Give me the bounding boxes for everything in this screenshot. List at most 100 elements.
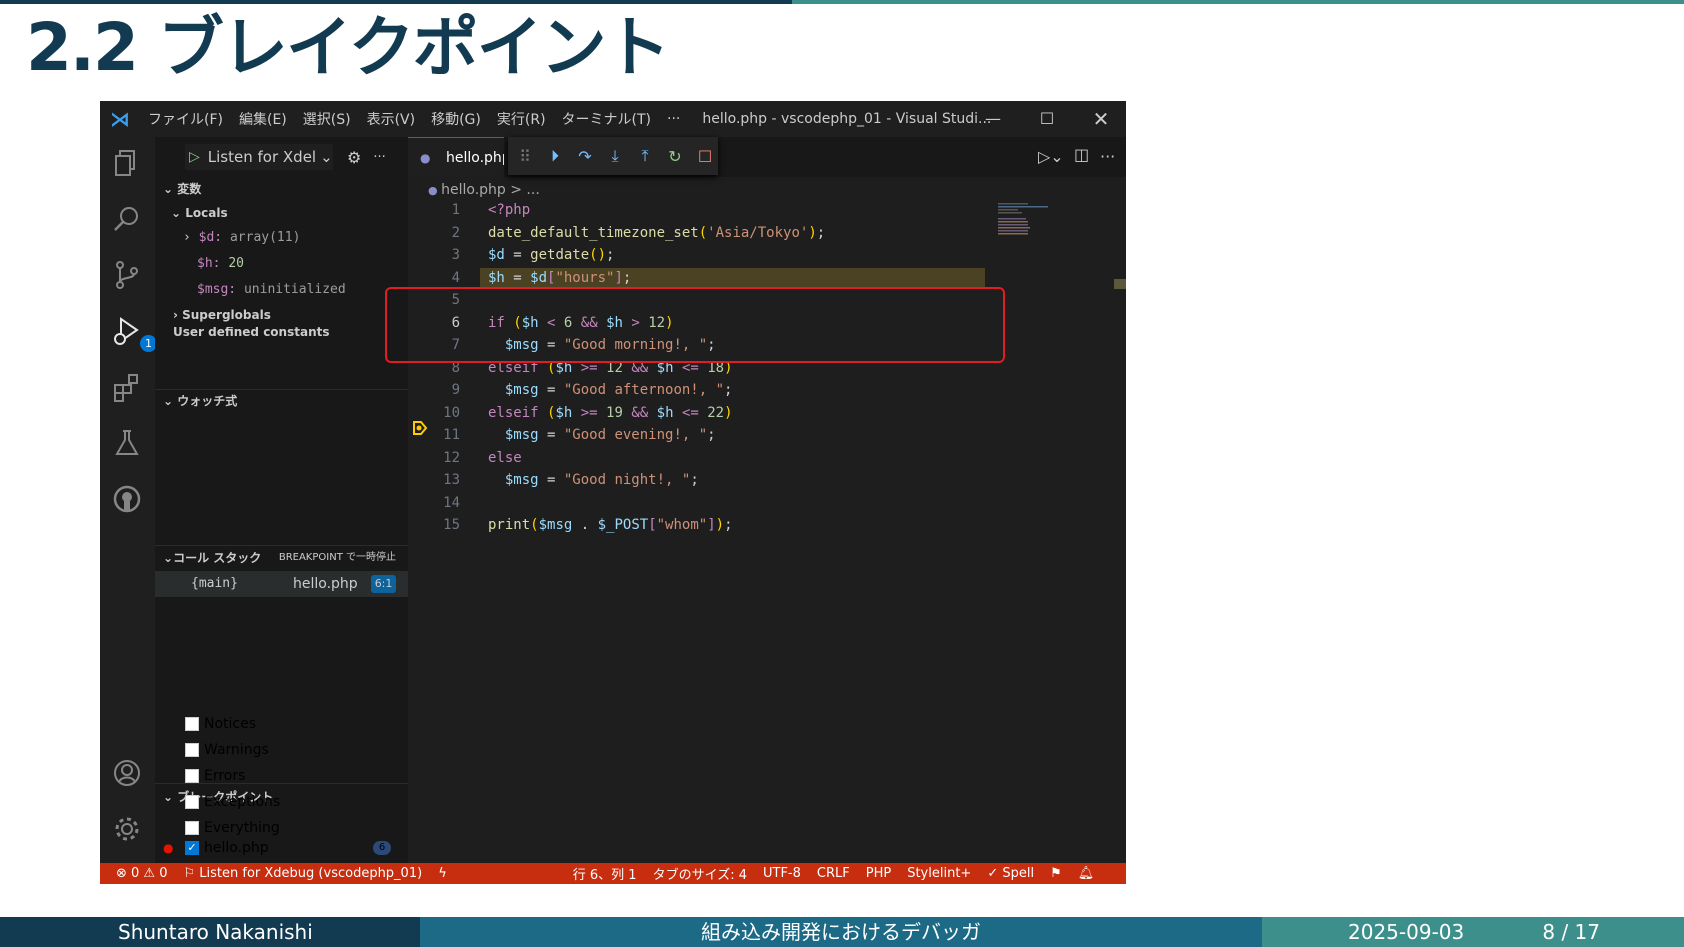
- chevron-down-icon: ⌄: [163, 551, 174, 565]
- tab-label: hello.php: [446, 150, 504, 166]
- code-line: $d = getdate();: [488, 247, 615, 263]
- notifications-bell-icon[interactable]: 🔔︎: [1070, 866, 1103, 881]
- menu-file[interactable]: ファイル(F): [140, 109, 231, 129]
- tab-hello-php[interactable]: ● hello.php: [408, 137, 504, 177]
- run-file-icon[interactable]: ▷⌄: [1038, 147, 1064, 166]
- menu-go[interactable]: 移動(G): [423, 109, 489, 129]
- step-into-icon[interactable]: ⤓: [606, 146, 624, 166]
- menu-run[interactable]: 実行(R): [489, 109, 554, 129]
- callstack-frame[interactable]: {main} hello.php 6:1: [155, 571, 408, 597]
- step-over-icon[interactable]: ↷: [576, 147, 594, 166]
- close-icon[interactable]: ✕: [1076, 101, 1126, 137]
- checkbox-checked[interactable]: ✓: [185, 841, 199, 855]
- breakpoint-notices[interactable]: Notices: [155, 711, 408, 737]
- language-mode[interactable]: PHP: [858, 866, 899, 881]
- eol[interactable]: CRLF: [809, 866, 858, 881]
- callstack-section-header[interactable]: ⌄ コール スタック BREAKPOINT で一時停止: [155, 546, 408, 570]
- title-bar: ⋊ ファイル(F) 編集(E) 選択(S) 表示(V) 移動(G) 実行(R) …: [100, 101, 1126, 137]
- menu-terminal[interactable]: ターミナル(T): [554, 109, 659, 129]
- variable-row[interactable]: $h: 20: [155, 251, 408, 277]
- account-icon[interactable]: [111, 757, 143, 789]
- line-number: 10: [443, 404, 460, 421]
- breakpoint-file-row[interactable]: ● ✓ hello.php 6: [155, 841, 408, 855]
- variable-name: $h:: [197, 256, 221, 271]
- launch-config-select[interactable]: ▷ Listen for Xdel ⌄: [185, 144, 333, 170]
- line-number: 4: [451, 269, 460, 286]
- line-number: 15: [443, 517, 460, 533]
- settings-gear-icon[interactable]: [111, 813, 143, 845]
- more-actions-icon[interactable]: ···: [373, 150, 385, 165]
- editor-more-icon[interactable]: ···: [1100, 147, 1115, 166]
- breadcrumb[interactable]: ● hello.php > ...: [408, 177, 1126, 203]
- footer-page: 8 / 17: [1542, 920, 1600, 944]
- problems-status[interactable]: ⊗ 0 ⚠ 0: [100, 866, 176, 881]
- status-bar: ⊗ 0 ⚠ 0 ⚐ Listen for Xdebug (vscodephp_0…: [100, 863, 1126, 884]
- debug-status-label: Listen for Xdebug (vscodephp_01): [199, 866, 423, 881]
- menu-selection[interactable]: 選択(S): [295, 109, 359, 129]
- testing-icon[interactable]: [111, 427, 143, 459]
- variables-section-header[interactable]: ⌄ 変数: [155, 177, 408, 201]
- lightning-icon[interactable]: ϟ: [430, 866, 455, 881]
- minimize-icon[interactable]: —: [968, 101, 1018, 137]
- step-out-icon[interactable]: ⤒: [636, 146, 654, 166]
- run-debug-icon[interactable]: 1: [111, 315, 157, 352]
- variable-row[interactable]: › $d: array(11): [155, 225, 408, 251]
- line-number: 3: [451, 247, 460, 263]
- chevron-down-icon: ⌄: [163, 182, 178, 196]
- menu-view[interactable]: 表示(V): [359, 109, 424, 129]
- search-icon[interactable]: [111, 203, 143, 235]
- debug-status[interactable]: ⚐ Listen for Xdebug (vscodephp_01): [176, 866, 431, 881]
- encoding[interactable]: UTF-8: [755, 866, 809, 881]
- line-number: 13: [443, 472, 460, 488]
- superglobals-label: Superglobals: [182, 308, 271, 322]
- checkbox[interactable]: [185, 795, 199, 809]
- breakpoint-exceptions[interactable]: Exceptions: [155, 789, 408, 815]
- stop-icon[interactable]: ☐: [696, 147, 714, 166]
- callstack-status: BREAKPOINT で一時停止: [278, 552, 396, 563]
- menu-more[interactable]: ···: [659, 111, 688, 127]
- superglobals-row[interactable]: › Superglobals: [155, 303, 408, 327]
- feedback-icon[interactable]: ⚑: [1042, 866, 1070, 881]
- gear-icon[interactable]: ⚙: [347, 148, 361, 167]
- minimap[interactable]: [998, 201, 1068, 241]
- top-accent-bar-right: [792, 0, 1684, 4]
- frame-position-badge: 6:1: [370, 575, 397, 593]
- watch-section-header[interactable]: ⌄ ウォッチ式: [155, 389, 237, 413]
- start-debugging-icon[interactable]: ▷: [189, 149, 200, 165]
- checkbox[interactable]: [185, 743, 199, 757]
- locals-header[interactable]: ⌄ Locals: [155, 201, 408, 225]
- continue-icon[interactable]: ⏵: [546, 146, 564, 166]
- github-icon[interactable]: [111, 483, 143, 515]
- breakpoint-label: Warnings: [204, 742, 269, 758]
- spell-status[interactable]: ✓ Spell: [979, 866, 1042, 881]
- breakpoint-everything[interactable]: Everything: [155, 815, 408, 841]
- breakpoint-label: hello.php: [204, 841, 269, 855]
- tab-bar: ● hello.php ⠿ ⏵ ↷ ⤓ ⤒ ↻ ☐ ▷⌄ ◫ ···: [408, 137, 1126, 177]
- variable-row[interactable]: $msg: uninitialized: [155, 277, 408, 303]
- tab-size[interactable]: タブのサイズ: 4: [645, 864, 755, 883]
- line-number: 14: [443, 494, 460, 511]
- breakpoint-errors[interactable]: Errors: [155, 763, 408, 789]
- checkbox[interactable]: [185, 717, 199, 731]
- explorer-icon[interactable]: [111, 147, 143, 179]
- variable-value: array(11): [229, 230, 301, 245]
- extensions-icon[interactable]: [111, 371, 143, 403]
- breakpoint-paused-arrow-icon[interactable]: [412, 420, 428, 436]
- checkbox[interactable]: [185, 769, 199, 783]
- breakpoint-warnings[interactable]: Warnings: [155, 737, 408, 763]
- user-constants-row[interactable]: User defined constants: [155, 327, 408, 337]
- maximize-icon[interactable]: ☐: [1022, 101, 1072, 137]
- split-editor-icon[interactable]: ◫: [1074, 145, 1089, 164]
- restart-icon[interactable]: ↻: [666, 147, 684, 166]
- code-line: $msg = "Good afternoon!, ";: [504, 382, 733, 398]
- user-constants-label: User defined constants: [173, 327, 330, 337]
- linter-status[interactable]: Stylelint+: [899, 866, 979, 881]
- checkbox[interactable]: [185, 821, 199, 835]
- menu-edit[interactable]: 編集(E): [231, 109, 295, 129]
- frame-name: {main}: [191, 576, 238, 591]
- drag-handle-icon[interactable]: ⠿: [516, 147, 534, 166]
- breakpoint-label: Exceptions: [204, 794, 281, 810]
- source-control-icon[interactable]: [111, 259, 143, 291]
- cursor-position[interactable]: 行 6、列 1: [565, 864, 645, 883]
- php-file-icon: ●: [428, 184, 442, 197]
